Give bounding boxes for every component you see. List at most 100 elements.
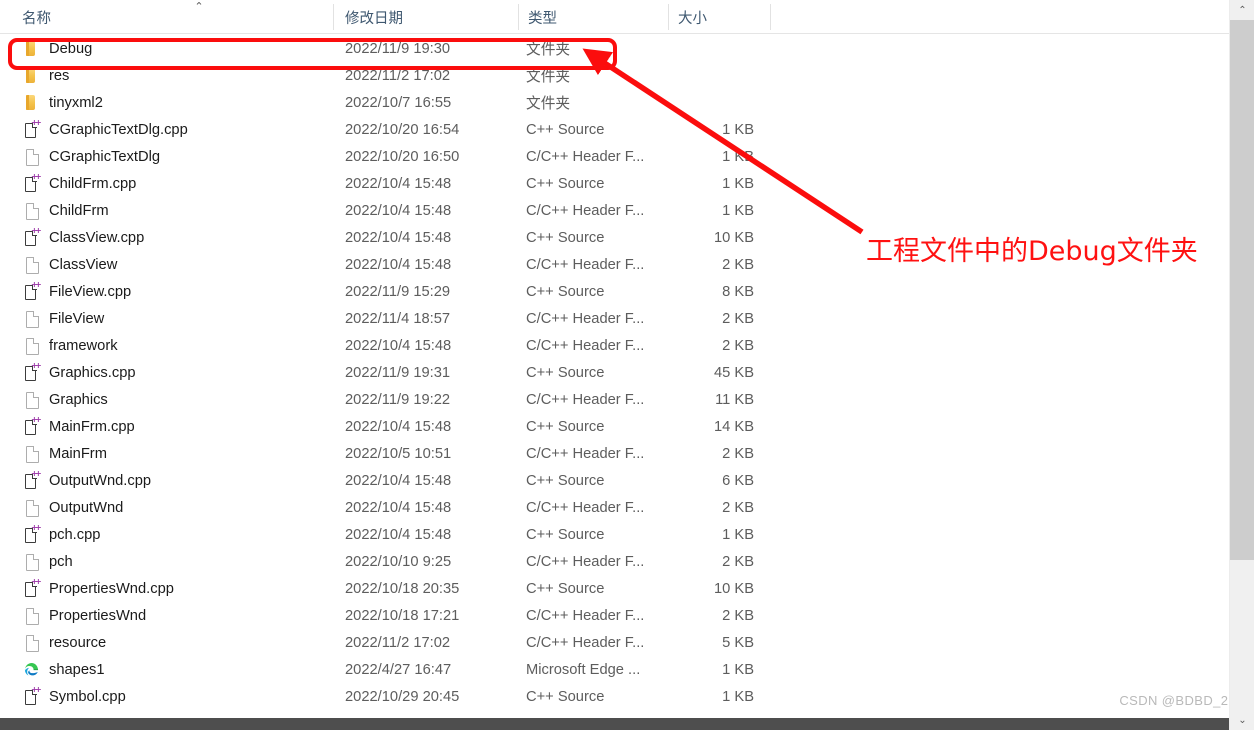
file-type-cell: C/C++ Header F... xyxy=(526,310,645,327)
table-row[interactable]: res 2022/11/2 17:02 文件夹 xyxy=(0,62,1229,89)
scroll-down-icon[interactable]: ⌄ xyxy=(1230,710,1254,730)
folder-icon xyxy=(22,66,40,85)
file-name-cell[interactable]: + + pch.cpp xyxy=(22,521,322,548)
file-date-cell: 2022/10/7 16:55 xyxy=(345,94,452,111)
file-type-cell: C++ Source xyxy=(526,229,605,246)
file-type-cell: C/C++ Header F... xyxy=(526,337,645,354)
table-row[interactable]: + + ClassView.cpp 2022/10/4 15:48 C++ Source… xyxy=(0,224,1229,251)
table-row[interactable]: ChildFrm 2022/10/4 15:48 C/C++ Header F...… xyxy=(0,197,1229,224)
table-row[interactable]: PropertiesWnd 2022/10/18 17:21 C/C++ Heade… xyxy=(0,602,1229,629)
file-name-cell[interactable]: + + CGraphicTextDlg.cpp xyxy=(22,116,322,143)
file-name-cell[interactable]: ChildFrm xyxy=(22,197,322,224)
table-row[interactable]: MainFrm 2022/10/5 10:51 C/C++ Header F... 2… xyxy=(0,440,1229,467)
watermark-label: CSDN @BDBD_22 xyxy=(1119,693,1236,708)
table-row[interactable]: Debug 2022/11/9 19:30 文件夹 xyxy=(0,35,1229,62)
file-size-cell: 6 KB xyxy=(722,472,754,489)
file-date-cell: 2022/10/18 20:35 xyxy=(345,580,460,597)
header-file-icon xyxy=(22,606,40,625)
table-row[interactable]: + + MainFrm.cpp 2022/10/4 15:48 C++ Source 14… xyxy=(0,413,1229,440)
file-name-cell[interactable]: resource xyxy=(22,629,322,656)
scroll-up-icon[interactable]: ⌃ xyxy=(1230,0,1254,20)
file-name-cell[interactable]: + + ClassView.cpp xyxy=(22,224,322,251)
cpp-source-icon: + + xyxy=(22,119,42,139)
table-row[interactable]: framework 2022/10/4 15:48 C/C++ Header F..… xyxy=(0,332,1229,359)
file-name-label: tinyxml2 xyxy=(49,94,103,111)
file-name-cell[interactable]: + + Graphics.cpp xyxy=(22,359,322,386)
column-header-date[interactable]: 修改日期 xyxy=(345,0,515,34)
file-type-cell: C++ Source xyxy=(526,526,605,543)
table-row[interactable]: FileView 2022/11/4 18:57 C/C++ Header F...… xyxy=(0,305,1229,332)
table-row[interactable]: pch 2022/10/10 9:25 C/C++ Header F... 2 KB xyxy=(0,548,1229,575)
file-explorer-window: 名称 ⌃ 修改日期 类型 大小 Debug 2022/11/9 19:30 文件夹 r… xyxy=(0,0,1254,730)
file-name-cell[interactable]: res xyxy=(22,62,322,89)
file-name-cell[interactable]: + + MainFrm.cpp xyxy=(22,413,322,440)
file-name-cell[interactable]: ClassView xyxy=(22,251,322,278)
file-size-cell: 10 KB xyxy=(713,580,754,597)
file-name-cell[interactable]: FileView xyxy=(22,305,322,332)
column-divider-name-date[interactable] xyxy=(333,4,334,30)
file-name-cell[interactable]: pch xyxy=(22,548,322,575)
file-type-cell: C/C++ Header F... xyxy=(526,391,645,408)
file-type-cell: C++ Source xyxy=(526,121,605,138)
file-size-cell: 14 KB xyxy=(713,418,754,435)
file-type-cell: C++ Source xyxy=(526,364,605,381)
column-header-size[interactable]: 大小 xyxy=(678,0,768,34)
file-name-cell[interactable]: MainFrm xyxy=(22,440,322,467)
file-date-cell: 2022/10/4 15:48 xyxy=(345,202,452,219)
file-date-cell: 2022/10/4 15:48 xyxy=(345,337,452,354)
column-divider-size-end[interactable] xyxy=(770,4,771,30)
scrollbar-thumb[interactable] xyxy=(1230,20,1254,560)
table-row[interactable]: + + PropertiesWnd.cpp 2022/10/18 20:35 C++ S… xyxy=(0,575,1229,602)
file-name-label: MainFrm.cpp xyxy=(49,418,135,435)
column-header-type[interactable]: 类型 xyxy=(528,0,663,34)
file-name-cell[interactable]: PropertiesWnd xyxy=(22,602,322,629)
vertical-scrollbar[interactable]: ⌃ ⌄ xyxy=(1229,0,1254,730)
table-row[interactable]: resource 2022/11/2 17:02 C/C++ Header F...… xyxy=(0,629,1229,656)
table-row[interactable]: + + Graphics.cpp 2022/11/9 19:31 C++ Source 4… xyxy=(0,359,1229,386)
file-date-cell: 2022/10/4 15:48 xyxy=(345,175,452,192)
file-name-cell[interactable]: + + FileView.cpp xyxy=(22,278,322,305)
table-row[interactable]: CGraphicTextDlg 2022/10/20 16:50 C/C++ Hea… xyxy=(0,143,1229,170)
file-size-cell: 2 KB xyxy=(722,553,754,570)
file-name-cell[interactable]: + + ChildFrm.cpp xyxy=(22,170,322,197)
table-row[interactable]: + + Symbol.cpp 2022/10/29 20:45 C++ Source 1 … xyxy=(0,683,1229,710)
file-date-cell: 2022/11/9 15:29 xyxy=(345,283,451,300)
file-name-label: pch xyxy=(49,553,73,570)
cpp-source-icon: + + xyxy=(22,470,42,490)
file-name-cell[interactable]: + + OutputWnd.cpp xyxy=(22,467,322,494)
file-name-label: ChildFrm.cpp xyxy=(49,175,137,192)
file-date-cell: 2022/11/9 19:22 xyxy=(345,391,451,408)
column-header-name[interactable]: 名称 ⌃ xyxy=(22,0,332,34)
file-name-label: Graphics.cpp xyxy=(49,364,136,381)
table-row[interactable]: Graphics 2022/11/9 19:22 C/C++ Header F...… xyxy=(0,386,1229,413)
table-row[interactable]: tinyxml2 2022/10/7 16:55 文件夹 xyxy=(0,89,1229,116)
table-row[interactable]: OutputWnd 2022/10/4 15:48 C/C++ Header F..… xyxy=(0,494,1229,521)
column-divider-type-size[interactable] xyxy=(668,4,669,30)
file-name-cell[interactable]: + + PropertiesWnd.cpp xyxy=(22,575,322,602)
file-name-label: CGraphicTextDlg.cpp xyxy=(49,121,188,138)
table-row[interactable]: + + CGraphicTextDlg.cpp 2022/10/20 16:54 C++… xyxy=(0,116,1229,143)
file-name-cell[interactable]: tinyxml2 xyxy=(22,89,322,116)
table-row[interactable]: ClassView 2022/10/4 15:48 C/C++ Header F..… xyxy=(0,251,1229,278)
file-date-cell: 2022/11/2 17:02 xyxy=(345,67,451,84)
table-row[interactable]: + + ChildFrm.cpp 2022/10/4 15:48 C++ Source 1… xyxy=(0,170,1229,197)
file-name-label: shapes1 xyxy=(49,661,105,678)
file-size-cell: 1 KB xyxy=(722,526,754,543)
table-row[interactable]: + + OutputWnd.cpp 2022/10/4 15:48 C++ Source… xyxy=(0,467,1229,494)
file-name-label: res xyxy=(49,67,70,84)
file-name-cell[interactable]: framework xyxy=(22,332,322,359)
file-name-cell[interactable]: Debug xyxy=(22,35,322,62)
file-size-cell: 2 KB xyxy=(722,445,754,462)
file-list[interactable]: Debug 2022/11/9 19:30 文件夹 res 2022/11/2 17:0… xyxy=(0,35,1229,718)
table-row[interactable]: shapes1 2022/4/27 16:47 Microsoft Edge ...… xyxy=(0,656,1229,683)
file-name-cell[interactable]: Graphics xyxy=(22,386,322,413)
column-divider-date-type[interactable] xyxy=(518,4,519,30)
file-size-cell: 1 KB xyxy=(722,121,754,138)
file-name-cell[interactable]: shapes1 xyxy=(22,656,322,683)
file-name-cell[interactable]: + + Symbol.cpp xyxy=(22,683,322,710)
table-row[interactable]: + + pch.cpp 2022/10/4 15:48 C++ Source 1 KB xyxy=(0,521,1229,548)
file-name-cell[interactable]: OutputWnd xyxy=(22,494,322,521)
file-date-cell: 2022/10/4 15:48 xyxy=(345,499,452,516)
table-row[interactable]: + + FileView.cpp 2022/11/9 15:29 C++ Source 8… xyxy=(0,278,1229,305)
file-name-cell[interactable]: CGraphicTextDlg xyxy=(22,143,322,170)
